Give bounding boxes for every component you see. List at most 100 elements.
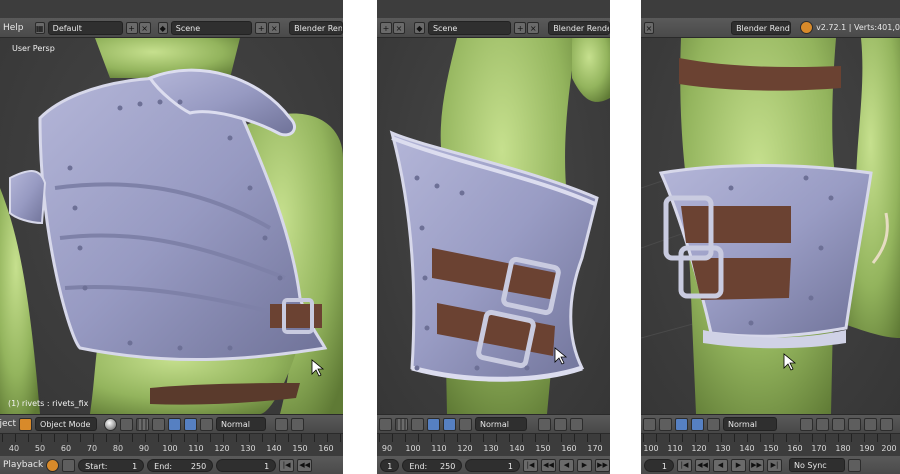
current-frame-field[interactable]: 1 [644, 458, 674, 472]
ruler-tick [470, 434, 471, 442]
scale-manipulator-icon[interactable] [459, 417, 472, 431]
3d-viewport[interactable] [377, 38, 610, 414]
scene-icon[interactable]: ◆ [157, 21, 168, 34]
help-menu[interactable]: Help [3, 23, 24, 33]
pivot-point-icon[interactable] [120, 417, 134, 431]
object-menu[interactable]: oject [0, 419, 16, 429]
rivet [137, 101, 143, 107]
end-frame-field[interactable]: End: 250 [147, 458, 214, 472]
translate-manipulator-icon[interactable] [168, 417, 182, 431]
keying-icon[interactable] [46, 458, 60, 472]
start-frame-field[interactable]: Start: 1 [78, 458, 145, 472]
prev-keyframe-icon[interactable]: ◀◀ [541, 458, 556, 472]
top-strip [377, 0, 610, 18]
play-icon[interactable]: ▶ [577, 458, 592, 472]
rivet [828, 195, 834, 201]
play-icon[interactable]: ▶ [731, 458, 746, 472]
next-keyframe-icon[interactable]: ▶▶ [749, 458, 764, 472]
end-frame-value: 250 [190, 461, 207, 471]
keying-set-icon[interactable] [848, 458, 861, 472]
ruler-tick [682, 434, 683, 442]
rotate-manipulator-icon[interactable] [184, 417, 198, 431]
transform-orientation-selector[interactable]: Normal [723, 417, 777, 431]
playback-menu[interactable]: Playback [3, 460, 43, 470]
layer-icon[interactable] [275, 417, 289, 431]
close-scene-icon[interactable]: × [527, 21, 540, 34]
add-layout-icon[interactable]: + [380, 21, 392, 34]
render-engine-selector[interactable]: Blender Rende [289, 20, 343, 35]
scale-manipulator-icon[interactable] [200, 417, 214, 431]
render-engine-selector[interactable]: Blender Render [731, 20, 792, 35]
prev-keyframe-icon[interactable]: ◀◀ [695, 458, 710, 472]
prev-keyframe-icon[interactable]: ◀◀ [297, 458, 313, 472]
manipulator-toggle-icon[interactable] [659, 417, 672, 431]
rivet [728, 185, 734, 191]
manipulator-toggle-icon[interactable] [411, 417, 424, 431]
layer-icon[interactable] [538, 417, 551, 431]
viewport-shading-icon[interactable] [104, 417, 118, 431]
layer-icon[interactable] [816, 417, 829, 431]
layer-icon[interactable] [570, 417, 583, 431]
transform-orientation-selector[interactable]: Normal [475, 417, 527, 431]
ruler-tick [158, 434, 159, 442]
ruler-tick [15, 434, 16, 442]
start-frame-field[interactable]: 1 [380, 458, 400, 472]
current-frame-field[interactable]: 1 [216, 458, 277, 472]
layer-icon[interactable] [554, 417, 567, 431]
next-keyframe-icon[interactable]: ▶▶ [595, 458, 610, 472]
add-scene-icon[interactable]: + [514, 21, 527, 34]
snap-element-icon[interactable] [136, 417, 150, 431]
sync-mode-selector[interactable]: No Sync [789, 458, 845, 472]
play-reverse-icon[interactable]: ◀ [559, 458, 574, 472]
pivot-point-icon[interactable] [643, 417, 656, 431]
layer-icon[interactable] [832, 417, 845, 431]
layer-icon[interactable] [800, 417, 813, 431]
3d-viewport[interactable]: User Persp (1) rivets : rivets_fix [0, 38, 343, 414]
scene-selector[interactable]: Scene [427, 20, 512, 35]
mode-selector[interactable]: Object Mode [35, 417, 98, 431]
play-reverse-icon[interactable]: ◀ [713, 458, 728, 472]
transform-orientation-selector[interactable]: Normal [216, 417, 267, 431]
timeline-ruler[interactable]: 90 100 110 120 130 140 150 160 170 [377, 434, 610, 457]
start-frame-value: 1 [387, 461, 393, 471]
jump-start-icon[interactable]: |◀ [523, 458, 538, 472]
ruler-label: 140 [739, 444, 755, 453]
close-scene-icon[interactable]: × [644, 21, 655, 34]
timeline-ruler[interactable]: 100 110 120 130 140 150 160 170 180 190 … [641, 434, 900, 457]
add-layout-icon[interactable]: + [125, 21, 138, 34]
ruler-tick [2, 434, 3, 442]
end-frame-field[interactable]: End: 250 [402, 458, 463, 472]
ruler-tick [80, 434, 81, 442]
camera-icon[interactable] [880, 417, 893, 431]
close-scene-icon[interactable]: × [268, 21, 281, 34]
panel-divider [343, 0, 377, 474]
layout-selector[interactable]: Default [47, 20, 123, 35]
render-engine-selector[interactable]: Blender Rende [548, 20, 610, 35]
lock-icon[interactable] [62, 458, 76, 472]
scale-manipulator-icon[interactable] [707, 417, 720, 431]
snap-element-icon[interactable] [395, 417, 408, 431]
manipulator-toggle-icon[interactable] [152, 417, 166, 431]
jump-start-icon[interactable]: |◀ [279, 458, 295, 472]
render-preview-icon[interactable] [864, 417, 877, 431]
scene-selector[interactable]: Scene [170, 20, 253, 35]
add-scene-icon[interactable]: + [255, 21, 268, 34]
jump-end-icon[interactable]: ▶| [767, 458, 782, 472]
layer-icon[interactable] [291, 417, 305, 431]
jump-start-icon[interactable]: |◀ [677, 458, 692, 472]
rotate-manipulator-icon[interactable] [691, 417, 704, 431]
rotate-manipulator-icon[interactable] [443, 417, 456, 431]
translate-manipulator-icon[interactable] [427, 417, 440, 431]
screen-layout-icon[interactable]: ▦ [34, 21, 45, 34]
close-layout-icon[interactable]: × [138, 21, 151, 34]
translate-manipulator-icon[interactable] [675, 417, 688, 431]
current-frame-field[interactable]: 1 [465, 458, 520, 472]
scene-icon[interactable]: ◆ [414, 21, 425, 34]
rivet [748, 320, 754, 326]
close-layout-icon[interactable]: × [393, 21, 405, 34]
layer-icon[interactable] [848, 417, 861, 431]
timeline-ruler[interactable]: 40 50 60 70 80 90 100 110 120 130 140 15… [0, 434, 343, 457]
pivot-point-icon[interactable] [379, 417, 392, 431]
3d-viewport[interactable] [641, 38, 900, 414]
ruler-label: 120 [214, 444, 230, 453]
